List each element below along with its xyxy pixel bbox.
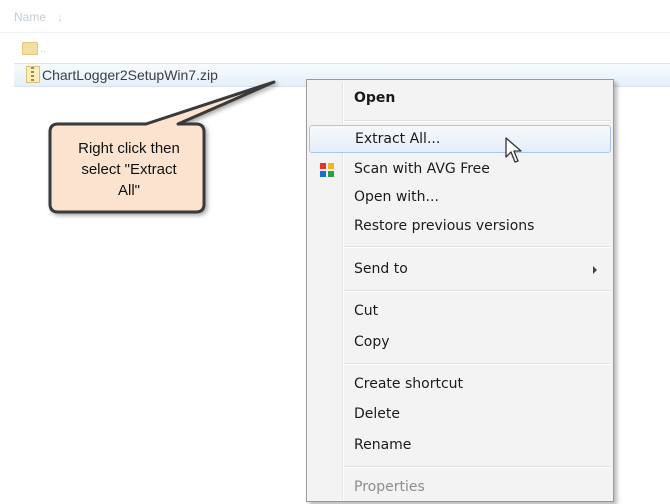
menu-item-label: Open with...: [354, 189, 439, 205]
avg-icon: [320, 163, 334, 177]
context-menu: Open Extract All... Scan with AVG Free O…: [306, 79, 614, 502]
menu-separator: [344, 363, 611, 365]
menu-separator: [344, 290, 611, 292]
callout-line-2: select "Extract: [81, 161, 177, 178]
menu-item-label: Extract All...: [355, 131, 441, 147]
menu-item-delete[interactable]: Delete: [309, 401, 611, 429]
menu-item-send-to[interactable]: Send to: [309, 256, 611, 284]
menu-item-label: Rename: [354, 437, 412, 453]
menu-item-properties[interactable]: Properties: [309, 474, 611, 502]
menu-item-label: Scan with AVG Free: [354, 161, 490, 177]
menu-separator: [344, 120, 611, 122]
menu-item-cut[interactable]: Cut: [309, 298, 611, 326]
menu-item-label: Open: [354, 90, 396, 106]
menu-item-label: Copy: [354, 334, 390, 350]
menu-item-extract-all[interactable]: Extract All...: [309, 125, 611, 153]
menu-item-label: Delete: [354, 406, 400, 422]
menu-item-restore-previous-versions[interactable]: Restore previous versions: [309, 213, 611, 241]
menu-item-create-shortcut[interactable]: Create shortcut: [309, 371, 611, 399]
menu-item-open[interactable]: Open: [309, 85, 611, 113]
menu-item-label: Restore previous versions: [354, 218, 535, 234]
menu-item-label: Properties: [354, 479, 425, 495]
menu-separator: [344, 466, 611, 468]
callout-line-3: All": [118, 182, 140, 199]
mouse-pointer-icon: [505, 137, 522, 163]
menu-item-open-with[interactable]: Open with...: [309, 184, 611, 212]
menu-item-label: Cut: [354, 303, 379, 319]
menu-item-rename[interactable]: Rename: [309, 432, 611, 460]
menu-separator: [344, 246, 611, 248]
menu-item-scan-avg[interactable]: Scan with AVG Free: [309, 156, 611, 184]
menu-item-label: Send to: [354, 261, 408, 277]
menu-item-copy[interactable]: Copy: [309, 329, 611, 357]
callout-line-1: Right click then: [78, 140, 180, 157]
menu-item-label: Create shortcut: [354, 376, 464, 392]
callout-text: Right click then select "Extract All": [54, 138, 204, 201]
submenu-arrow-icon: [593, 266, 597, 274]
